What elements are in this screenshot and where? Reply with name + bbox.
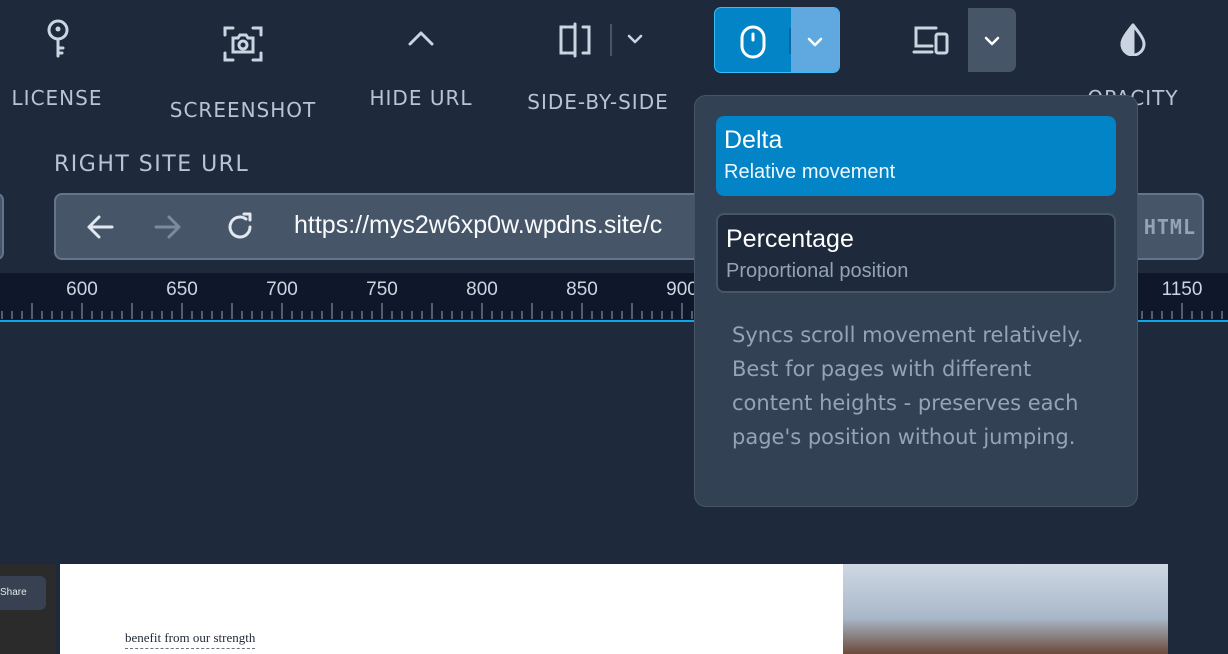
devices-icon[interactable] (912, 24, 950, 61)
option-title: Percentage (726, 225, 854, 253)
share-button[interactable]: Share (0, 576, 46, 610)
screenshot-label[interactable]: SCREENSHOT (170, 98, 316, 122)
right-site-url-label: RIGHT SITE URL (54, 152, 250, 177)
chevron-down-icon[interactable] (626, 32, 644, 50)
option-subtitle: Relative movement (724, 161, 896, 183)
back-arrow-icon[interactable] (84, 213, 116, 246)
ruler-tick-label: 800 (466, 279, 498, 300)
benefit-text: benefit from our strength (125, 630, 256, 649)
split-view-icon[interactable] (557, 22, 593, 63)
separator (789, 28, 791, 54)
left-page-preview: Share (0, 564, 56, 654)
key-icon[interactable] (44, 18, 72, 65)
option-description: Syncs scroll movement relatively. Best f… (732, 323, 1084, 449)
scroll-sync-dropdown: Delta Relative movement Percentage Propo… (694, 95, 1138, 507)
option-title: Delta (724, 126, 783, 154)
left-url-bar-edge (0, 193, 4, 260)
ruler-tick-label: 700 (266, 279, 298, 300)
option-delta[interactable]: Delta Relative movement (716, 116, 1116, 196)
chevron-down-icon (806, 35, 824, 53)
forward-arrow-icon[interactable] (152, 213, 184, 246)
divider (610, 24, 612, 56)
camera-icon[interactable] (222, 24, 264, 69)
mouse-icon (739, 24, 767, 65)
preview-area: Share benefit from our strength (0, 564, 1228, 654)
html-button[interactable]: HTML (1144, 215, 1196, 239)
option-subtitle: Proportional position (726, 260, 909, 282)
license-label[interactable]: LICENSE (12, 86, 103, 110)
ruler-tick-label: 850 (566, 279, 598, 300)
ruler-tick-label: 750 (366, 279, 398, 300)
url-input[interactable]: https://mys2w6xp0w.wpdns.site/c (294, 211, 662, 240)
preview-photo (843, 564, 1168, 654)
ruler-tick-label: 600 (66, 279, 98, 300)
option-percentage[interactable]: Percentage Proportional position (716, 213, 1116, 293)
side-by-side-label[interactable]: SIDE-BY-SIDE (527, 90, 668, 114)
scroll-sync-button[interactable] (714, 7, 840, 73)
hide-url-label[interactable]: HIDE URL (369, 86, 472, 110)
device-dropdown-toggle[interactable] (968, 8, 1016, 72)
opacity-icon[interactable] (1118, 22, 1148, 61)
reload-icon[interactable] (224, 211, 256, 248)
ruler-tick-label: 650 (166, 279, 198, 300)
chevron-down-icon (983, 34, 1001, 52)
chevron-up-icon[interactable] (407, 28, 435, 53)
ruler-tick-label: 1150 (1161, 279, 1203, 300)
